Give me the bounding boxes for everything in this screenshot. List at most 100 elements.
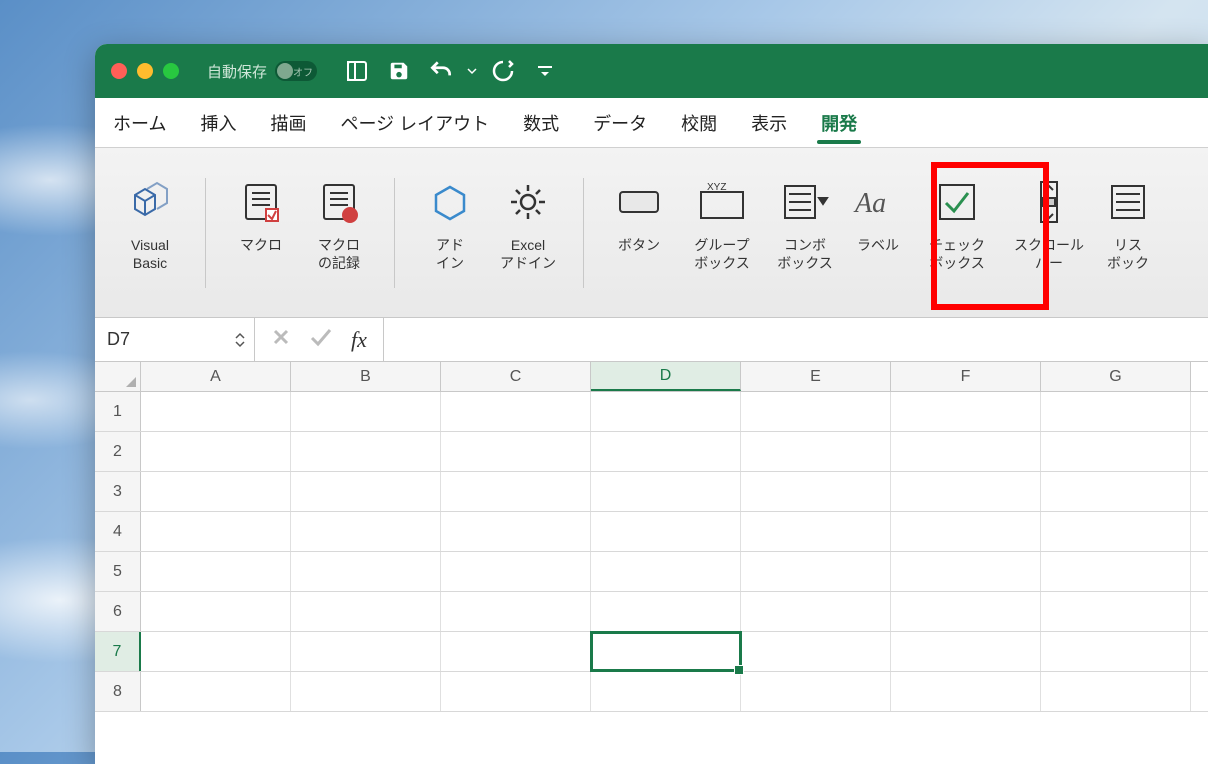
autosave-toggle[interactable]: 自動保存 オフ xyxy=(207,61,317,82)
row-header[interactable]: 2 xyxy=(95,432,141,471)
visual-basic-button[interactable]: Visual Basic xyxy=(113,174,187,272)
cell[interactable] xyxy=(741,672,891,711)
name-box[interactable]: D7 xyxy=(95,318,255,361)
col-header[interactable]: A xyxy=(141,362,291,391)
cell[interactable] xyxy=(141,672,291,711)
cell[interactable] xyxy=(441,552,591,591)
cell[interactable] xyxy=(891,432,1041,471)
listbox-control[interactable]: リス ボック xyxy=(1098,174,1158,272)
cell[interactable] xyxy=(1041,552,1191,591)
redo-icon[interactable] xyxy=(487,55,519,87)
cell[interactable] xyxy=(291,472,441,511)
record-macro-button[interactable]: マクロ の記録 xyxy=(302,174,376,272)
row-header[interactable]: 1 xyxy=(95,392,141,431)
tab-draw[interactable]: 描画 xyxy=(266,98,310,148)
undo-dropdown[interactable] xyxy=(467,66,477,76)
tab-formulas[interactable]: 数式 xyxy=(519,98,563,148)
cell[interactable] xyxy=(141,552,291,591)
cell[interactable] xyxy=(441,512,591,551)
select-all-corner[interactable] xyxy=(95,362,141,391)
cell[interactable] xyxy=(1041,472,1191,511)
fx-icon[interactable]: fx xyxy=(351,327,367,353)
formula-input[interactable] xyxy=(383,318,1208,361)
checkbox-control[interactable]: チェック ボックス xyxy=(914,174,1000,272)
minimize-icon[interactable] xyxy=(137,63,153,79)
col-header[interactable]: D xyxy=(591,362,741,391)
cell[interactable] xyxy=(141,632,291,671)
addins-button[interactable]: アド イン xyxy=(413,174,487,272)
groupbox-control[interactable]: XYZ グループ ボックス xyxy=(680,174,764,272)
cell[interactable] xyxy=(291,592,441,631)
label-control[interactable]: Aa ラベル xyxy=(846,174,910,254)
save-icon[interactable] xyxy=(383,55,415,87)
cell[interactable] xyxy=(891,672,1041,711)
customize-qat-icon[interactable] xyxy=(529,55,561,87)
cell[interactable] xyxy=(1041,592,1191,631)
macros-button[interactable]: マクロ xyxy=(224,174,298,254)
cell[interactable] xyxy=(591,512,741,551)
col-header[interactable]: F xyxy=(891,362,1041,391)
cell[interactable] xyxy=(591,592,741,631)
cell[interactable] xyxy=(1041,672,1191,711)
cell[interactable] xyxy=(741,552,891,591)
cell[interactable] xyxy=(891,392,1041,431)
cell[interactable] xyxy=(141,392,291,431)
row-header[interactable]: 3 xyxy=(95,472,141,511)
cell[interactable] xyxy=(441,632,591,671)
cell[interactable] xyxy=(591,472,741,511)
cell[interactable] xyxy=(741,472,891,511)
cell[interactable] xyxy=(741,592,891,631)
cell[interactable] xyxy=(891,472,1041,511)
cell[interactable] xyxy=(141,472,291,511)
cell[interactable] xyxy=(1041,392,1191,431)
cell[interactable] xyxy=(591,632,741,671)
cell[interactable] xyxy=(891,592,1041,631)
tab-page-layout[interactable]: ページ レイアウト xyxy=(336,98,493,148)
tab-view[interactable]: 表示 xyxy=(747,98,791,148)
row-header[interactable]: 7 xyxy=(95,632,141,671)
col-header[interactable]: B xyxy=(291,362,441,391)
tab-insert[interactable]: 挿入 xyxy=(196,98,240,148)
cell[interactable] xyxy=(141,512,291,551)
col-header[interactable]: C xyxy=(441,362,591,391)
cell[interactable] xyxy=(1041,512,1191,551)
scrollbar-control[interactable]: スクロール バー xyxy=(1004,174,1094,272)
cell[interactable] xyxy=(441,432,591,471)
cell[interactable] xyxy=(591,392,741,431)
close-icon[interactable] xyxy=(111,63,127,79)
tab-developer[interactable]: 開発 xyxy=(817,98,861,148)
cell[interactable] xyxy=(591,432,741,471)
col-header[interactable]: E xyxy=(741,362,891,391)
cell[interactable] xyxy=(891,632,1041,671)
tab-data[interactable]: データ xyxy=(589,98,651,148)
cell[interactable] xyxy=(141,432,291,471)
cell[interactable] xyxy=(741,512,891,551)
name-box-stepper[interactable] xyxy=(234,332,246,348)
home-quick-icon[interactable] xyxy=(341,55,373,87)
cell[interactable] xyxy=(591,672,741,711)
cell[interactable] xyxy=(291,432,441,471)
cell[interactable] xyxy=(1041,432,1191,471)
cell[interactable] xyxy=(291,392,441,431)
cell[interactable] xyxy=(741,632,891,671)
cell[interactable] xyxy=(291,672,441,711)
row-header[interactable]: 6 xyxy=(95,592,141,631)
cell[interactable] xyxy=(291,632,441,671)
confirm-formula-icon[interactable] xyxy=(309,327,333,352)
cell[interactable] xyxy=(441,672,591,711)
cell[interactable] xyxy=(291,552,441,591)
undo-icon[interactable] xyxy=(425,55,457,87)
button-control[interactable]: ボタン xyxy=(602,174,676,254)
cell[interactable] xyxy=(741,392,891,431)
toggle-switch[interactable]: オフ xyxy=(275,61,317,81)
cancel-formula-icon[interactable] xyxy=(271,327,291,352)
col-header[interactable]: G xyxy=(1041,362,1191,391)
cell[interactable] xyxy=(441,472,591,511)
cell[interactable] xyxy=(141,592,291,631)
tab-home[interactable]: ホーム xyxy=(109,98,170,148)
cell[interactable] xyxy=(441,592,591,631)
cell[interactable] xyxy=(1041,632,1191,671)
tab-review[interactable]: 校閲 xyxy=(677,98,721,148)
row-header[interactable]: 5 xyxy=(95,552,141,591)
row-header[interactable]: 8 xyxy=(95,672,141,711)
